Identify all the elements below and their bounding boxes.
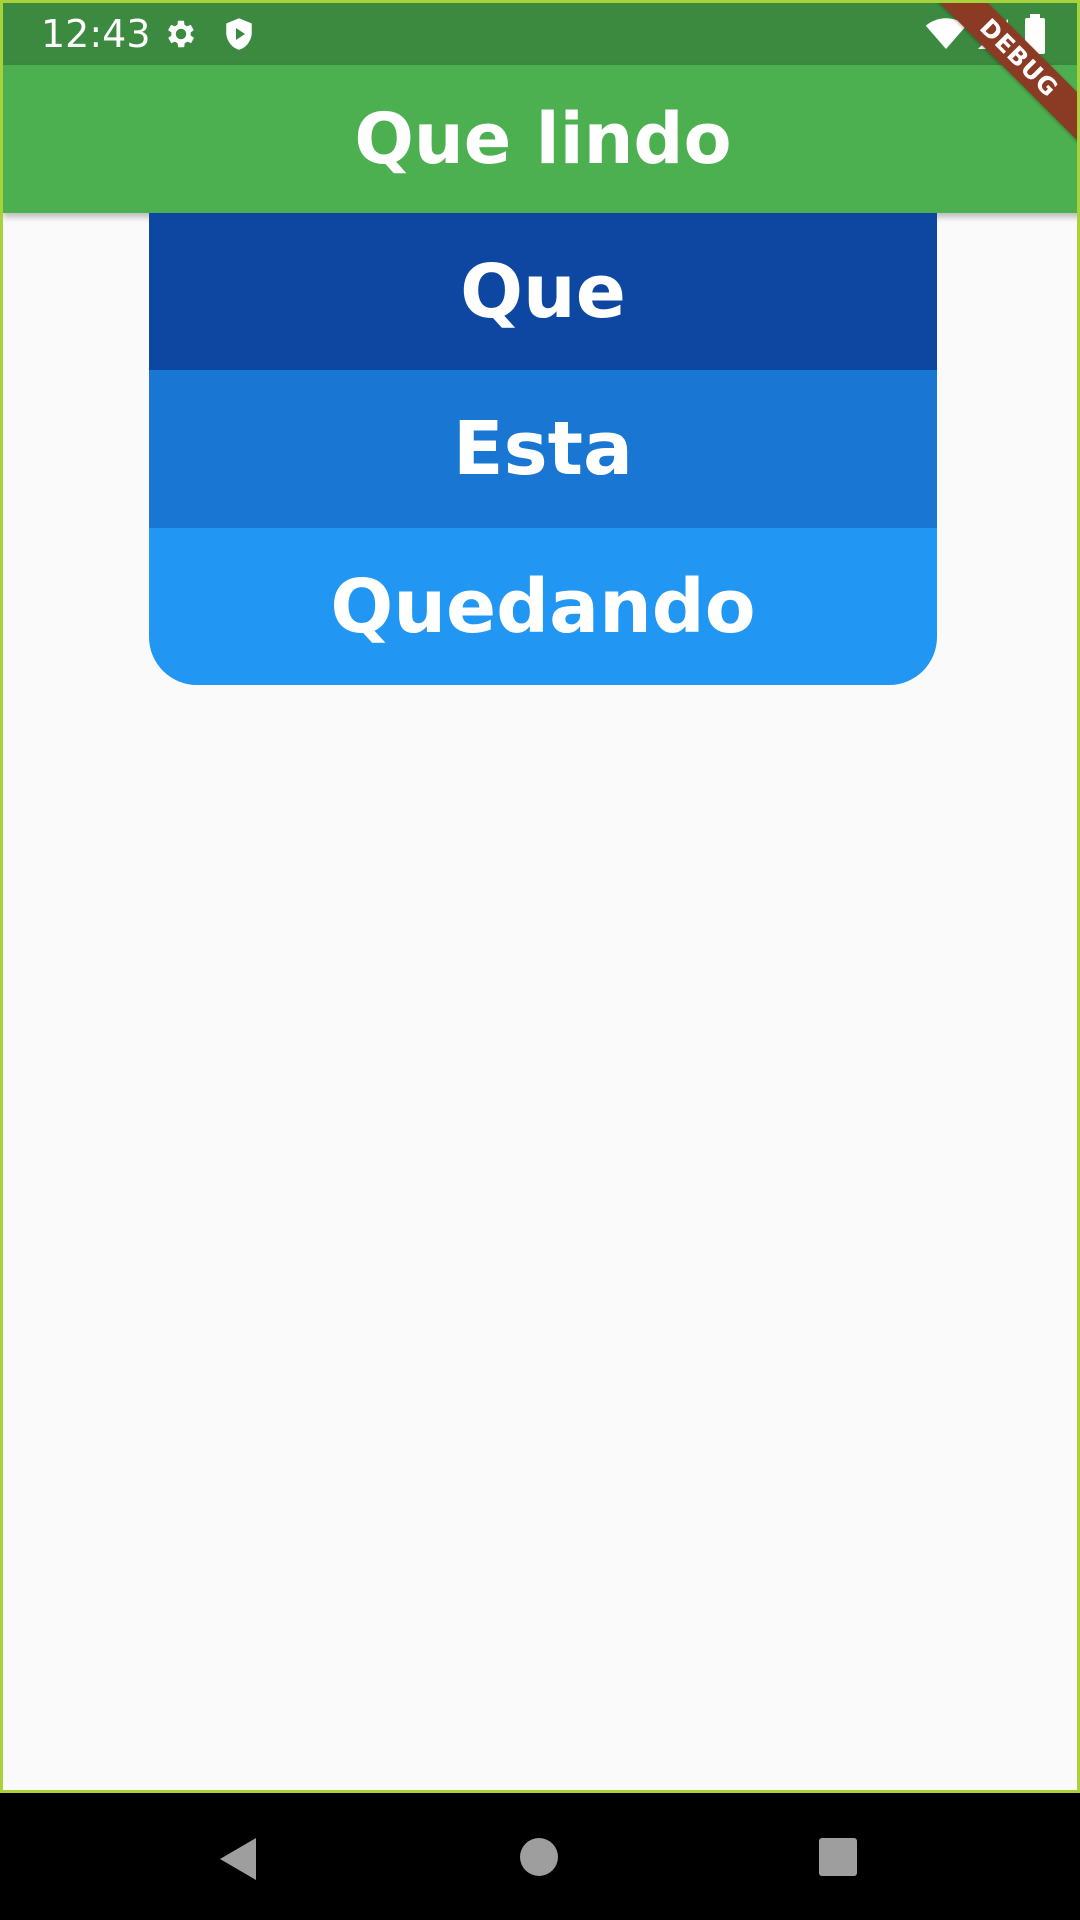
status-bar: 12:43 [3,3,1077,65]
color-stack: Que Esta Quedando [149,213,937,685]
app-screen: 12:43 Que lindo DEBUG Que Esta Quedando [0,0,1080,1793]
list-item-que: Que [149,213,937,370]
gear-icon [163,16,199,52]
status-time: 12:43 [41,12,151,56]
back-icon[interactable] [218,1836,258,1887]
list-item-label: Quedando [330,563,756,650]
list-item-label: Que [460,248,626,335]
navigation-bar [0,1793,1080,1920]
shield-play-icon [221,16,257,52]
home-icon[interactable] [519,1837,559,1882]
page-title: Que lindo [354,98,732,180]
recents-icon[interactable] [818,1837,858,1882]
list-item-esta: Esta [149,370,937,528]
list-item-label: Esta [453,406,633,492]
app-bar: Que lindo [3,65,1077,213]
list-item-quedando: Quedando [149,528,937,685]
